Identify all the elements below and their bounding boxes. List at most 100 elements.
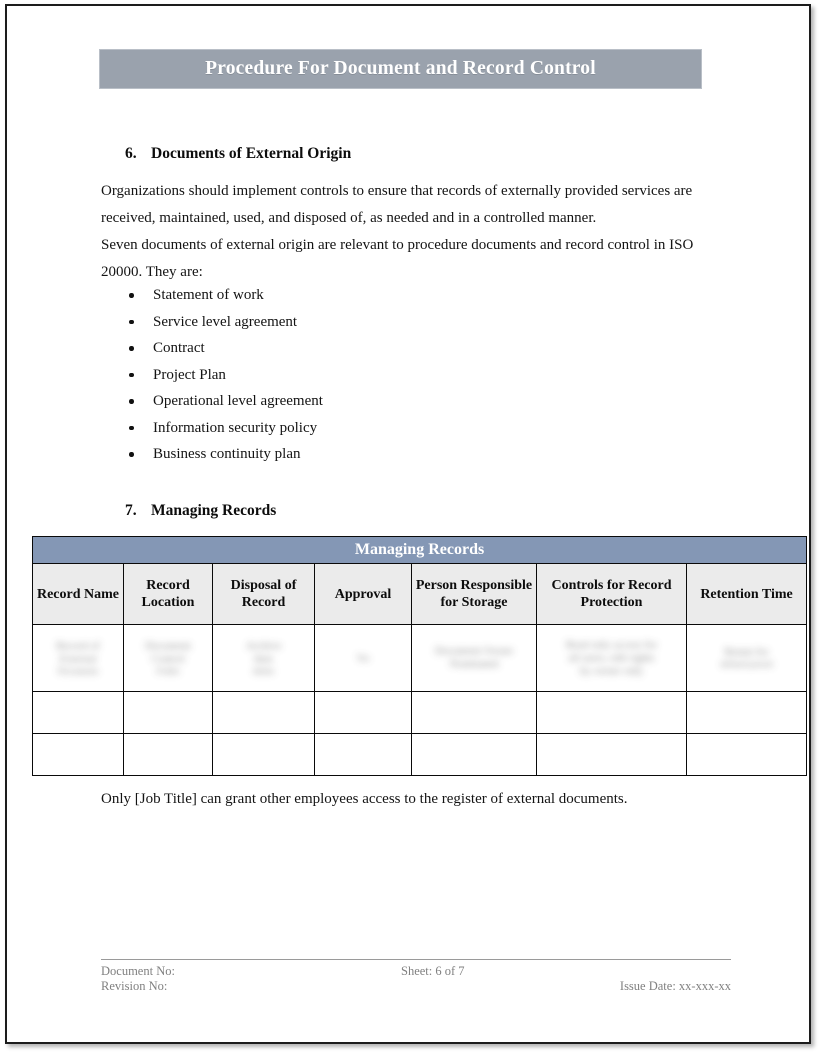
cell-record-location: Document Control Folder (123, 624, 213, 692)
list-item-label: Statement of work (153, 287, 264, 303)
redacted-content: Document Owner Nominated (412, 625, 536, 691)
external-origin-documents-list: Statement of work Service level agreemen… (101, 282, 701, 468)
redacted-line: Control (151, 652, 185, 665)
table-title: Managing Records (31, 536, 808, 564)
cell-controls-for-protection[interactable] (536, 733, 687, 776)
cell-record-name[interactable] (32, 691, 124, 734)
managing-records-table: Managing Records Record Name Record Loca… (31, 536, 808, 776)
redacted-content: Document Control Folder (124, 625, 212, 691)
cell-disposal-of-record[interactable] (212, 691, 315, 734)
redacted-content: Retain for defined period (687, 625, 806, 691)
column-header-disposal-of-record: Disposal of Record (212, 563, 315, 625)
redacted-line: Document Owner (434, 645, 514, 657)
closing-note: Only [Job Title] can grant other employe… (101, 791, 628, 807)
column-header-approval: Approval (314, 563, 412, 625)
table-row (32, 691, 808, 734)
section-title-6: Documents of External Origin (151, 145, 352, 162)
list-item: Project Plan (101, 362, 701, 389)
footer-row-top: Document No: Sheet: 6 of 7 (101, 964, 731, 979)
cell-approval[interactable] (314, 733, 412, 776)
document-title: Procedure For Document and Record Contro… (205, 58, 596, 79)
redacted-content: Read only access for all users, edit rig… (537, 625, 686, 691)
bullet-icon (129, 452, 134, 457)
cell-person-responsible[interactable] (411, 691, 537, 734)
cell-record-location[interactable] (123, 733, 213, 776)
page-content: Procedure For Document and Record Contro… (7, 6, 809, 1042)
list-item: Service level agreement (101, 309, 701, 336)
redacted-line: Record of (56, 639, 100, 652)
redacted-line: Archive (245, 639, 282, 652)
bullet-icon (129, 293, 134, 298)
list-item-label: Project Plan (153, 366, 226, 383)
redacted-line: defined period (720, 659, 773, 669)
bullet-icon (129, 346, 134, 351)
footer-issue-date: Issue Date: xx-xxx-xx (619, 979, 731, 993)
list-item-label: Service level agreement (153, 313, 298, 330)
table-row (32, 733, 808, 776)
list-item-label: Operational level agreement (153, 393, 323, 409)
redacted-line: Yes (356, 652, 370, 663)
redacted-line: Retain for (724, 646, 769, 658)
document-title-banner: Procedure For Document and Record Contro… (99, 49, 702, 89)
paragraph-2: Seven documents of external origin are r… (101, 237, 694, 280)
redacted-content: Record of External Documents (33, 625, 123, 691)
cell-record-location[interactable] (123, 691, 213, 734)
list-item-label: Business continuity plan (153, 446, 301, 462)
redacted-content: Archive then delete (213, 625, 314, 691)
section-number-6: 6. (125, 145, 137, 162)
redacted-content: Yes (315, 625, 411, 691)
redacted-line: Nominated (449, 658, 499, 670)
column-header-retention-time: Retention Time (685, 563, 808, 625)
bullet-icon (129, 425, 134, 431)
redacted-line: by owner only (579, 664, 644, 677)
cell-retention-time: Retain for defined period (685, 624, 808, 692)
cell-controls-for-protection[interactable] (536, 691, 687, 734)
list-item: Contract (101, 335, 701, 362)
redacted-line: Folder (156, 665, 180, 676)
cell-person-responsible: Document Owner Nominated (411, 624, 537, 692)
redacted-line: Document (145, 639, 191, 652)
cell-record-name[interactable] (32, 733, 124, 776)
redacted-line: then (254, 652, 273, 665)
table-row: Record of External Documents Document Co… (32, 624, 808, 692)
list-item: Business continuity plan (101, 441, 701, 468)
footer-document-no: Document No: (101, 964, 175, 978)
redacted-line: Read only access for (565, 638, 658, 651)
page-border-frame: Procedure For Document and Record Contro… (5, 4, 811, 1044)
section-heading-7: 7. Managing Records (125, 502, 276, 520)
list-item: Operational level agreement (101, 388, 701, 415)
bullet-icon (129, 319, 134, 325)
cell-disposal-of-record: Archive then delete (212, 624, 315, 692)
bullet-icon (129, 372, 134, 378)
paragraph-1: Organizations should implement controls … (101, 183, 693, 226)
table-title-row: Managing Records (31, 536, 808, 564)
redacted-line: delete (252, 665, 275, 676)
list-item: Statement of work (101, 282, 701, 309)
cell-controls-for-protection: Read only access for all users, edit rig… (536, 624, 687, 692)
footer-revision-no: Revision No: (101, 979, 168, 993)
column-header-record-location: Record Location (123, 563, 213, 625)
list-item-label: Contract (153, 340, 205, 356)
cell-record-name: Record of External Documents (32, 624, 124, 692)
column-header-controls-for-protection: Controls for Record Protection (536, 563, 687, 625)
cell-retention-time[interactable] (685, 691, 808, 734)
cell-retention-time[interactable] (685, 733, 808, 776)
section-title-7: Managing Records (151, 502, 277, 519)
page-footer: Document No: Sheet: 6 of 7 Revision No: … (101, 959, 731, 994)
redacted-line: Documents (57, 665, 99, 676)
section-number-7: 7. (125, 502, 137, 519)
cell-person-responsible[interactable] (411, 733, 537, 776)
redacted-line: all users, edit rights (568, 651, 655, 664)
column-header-person-responsible: Person Responsible for Storage (411, 563, 537, 625)
cell-disposal-of-record[interactable] (212, 733, 315, 776)
redacted-line: External (59, 652, 97, 665)
cell-approval[interactable] (314, 691, 412, 734)
table-header-row: Record Name Record Location Disposal of … (32, 563, 808, 625)
column-header-record-name: Record Name (32, 563, 124, 625)
list-item-label: Information security policy (153, 419, 318, 436)
section-heading-6: 6. Documents of External Origin (125, 145, 351, 163)
list-item: Information security policy (101, 415, 701, 442)
footer-sheet-number: Sheet: 6 of 7 (401, 964, 465, 978)
bullet-icon (129, 399, 134, 404)
document-page: Procedure For Document and Record Contro… (0, 0, 819, 1056)
